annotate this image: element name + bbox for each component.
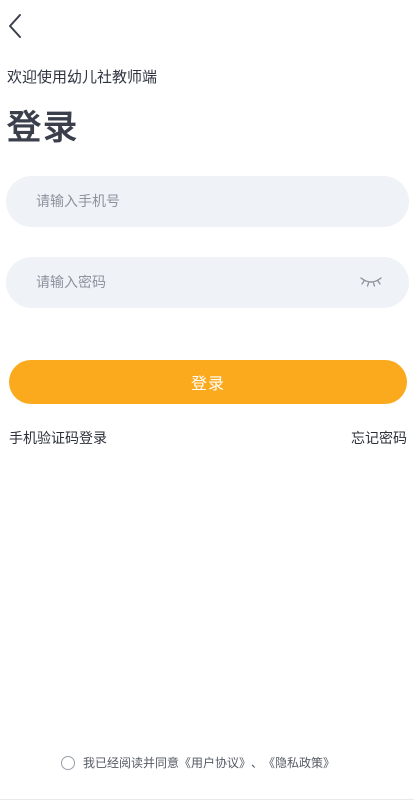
sms-login-link[interactable]: 手机验证码登录 [9,428,107,448]
chevron-left-icon [9,14,21,38]
agreement-prefix: 我已经阅读并同意 [82,756,179,770]
login-screen: 欢迎使用幼儿社教师端 登录 登录 手机验证码登录 忘记密码 我已经阅读并同意 《… [0,0,414,800]
phone-field [6,175,409,228]
user-agreement-link[interactable]: 《用户协议》 [179,754,251,771]
privacy-policy-link[interactable]: 《隐私政策》 [263,754,335,771]
back-button[interactable] [2,10,28,42]
login-button[interactable]: 登录 [9,360,407,404]
forgot-password-link[interactable]: 忘记密码 [351,428,407,448]
agreement-row: 我已经阅读并同意 《用户协议》 、 《隐私政策》 [0,754,414,771]
page-title: 登录 [7,108,79,148]
agreement-separator: 、 [251,756,264,770]
phone-input[interactable] [34,175,381,228]
eye-closed-icon[interactable] [359,275,383,289]
agreement-checkbox[interactable] [60,755,75,770]
password-field [6,256,409,309]
welcome-text: 欢迎使用幼儿社教师端 [7,68,158,86]
password-input[interactable] [34,256,381,309]
